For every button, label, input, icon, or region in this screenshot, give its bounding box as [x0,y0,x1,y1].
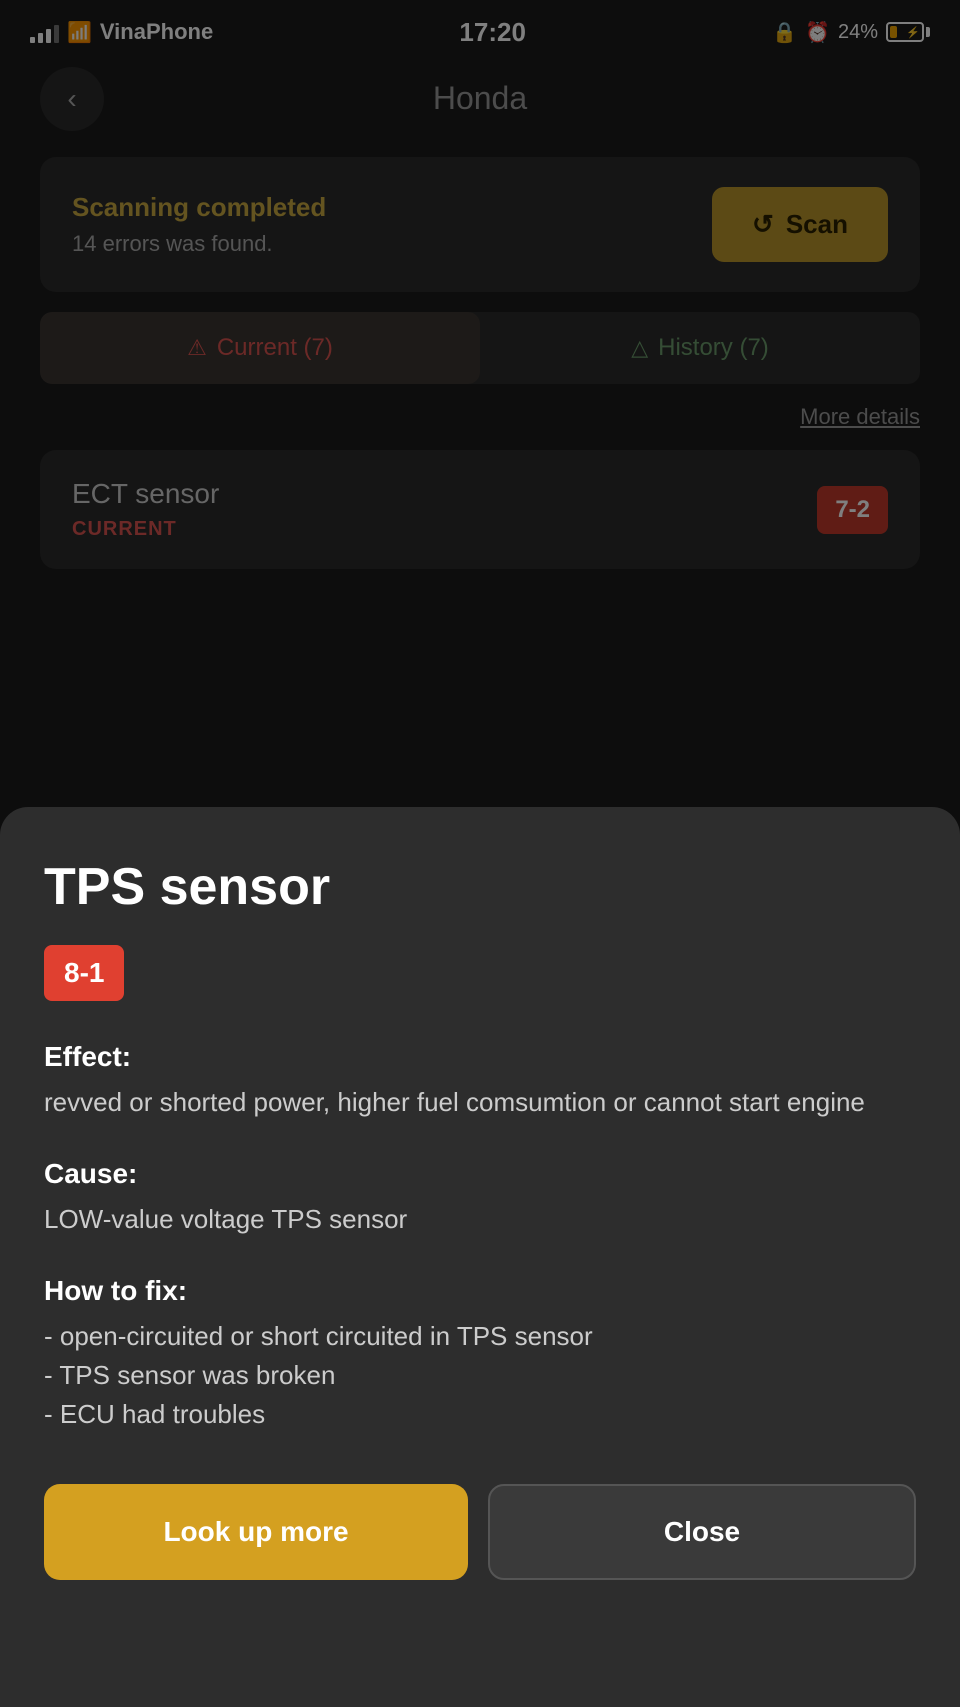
close-button[interactable]: Close [488,1484,916,1580]
cause-body: LOW-value voltage TPS sensor [44,1200,916,1239]
bottom-sheet: TPS sensor 8-1 Effect: revved or shorted… [0,807,960,1707]
effect-label: Effect: [44,1041,916,1073]
effect-section: Effect: revved or shorted power, higher … [44,1041,916,1122]
fix-section: How to fix: - open-circuited or short ci… [44,1275,916,1434]
error-code-badge: 8-1 [44,945,124,1001]
lookup-button[interactable]: Look up more [44,1484,468,1580]
cause-label: Cause: [44,1158,916,1190]
cause-section: Cause: LOW-value voltage TPS sensor [44,1158,916,1239]
fix-label: How to fix: [44,1275,916,1307]
effect-body: revved or shorted power, higher fuel com… [44,1083,916,1122]
sheet-title: TPS sensor [44,857,916,917]
fix-body: - open-circuited or short circuited in T… [44,1317,916,1434]
sheet-actions: Look up more Close [44,1484,916,1580]
